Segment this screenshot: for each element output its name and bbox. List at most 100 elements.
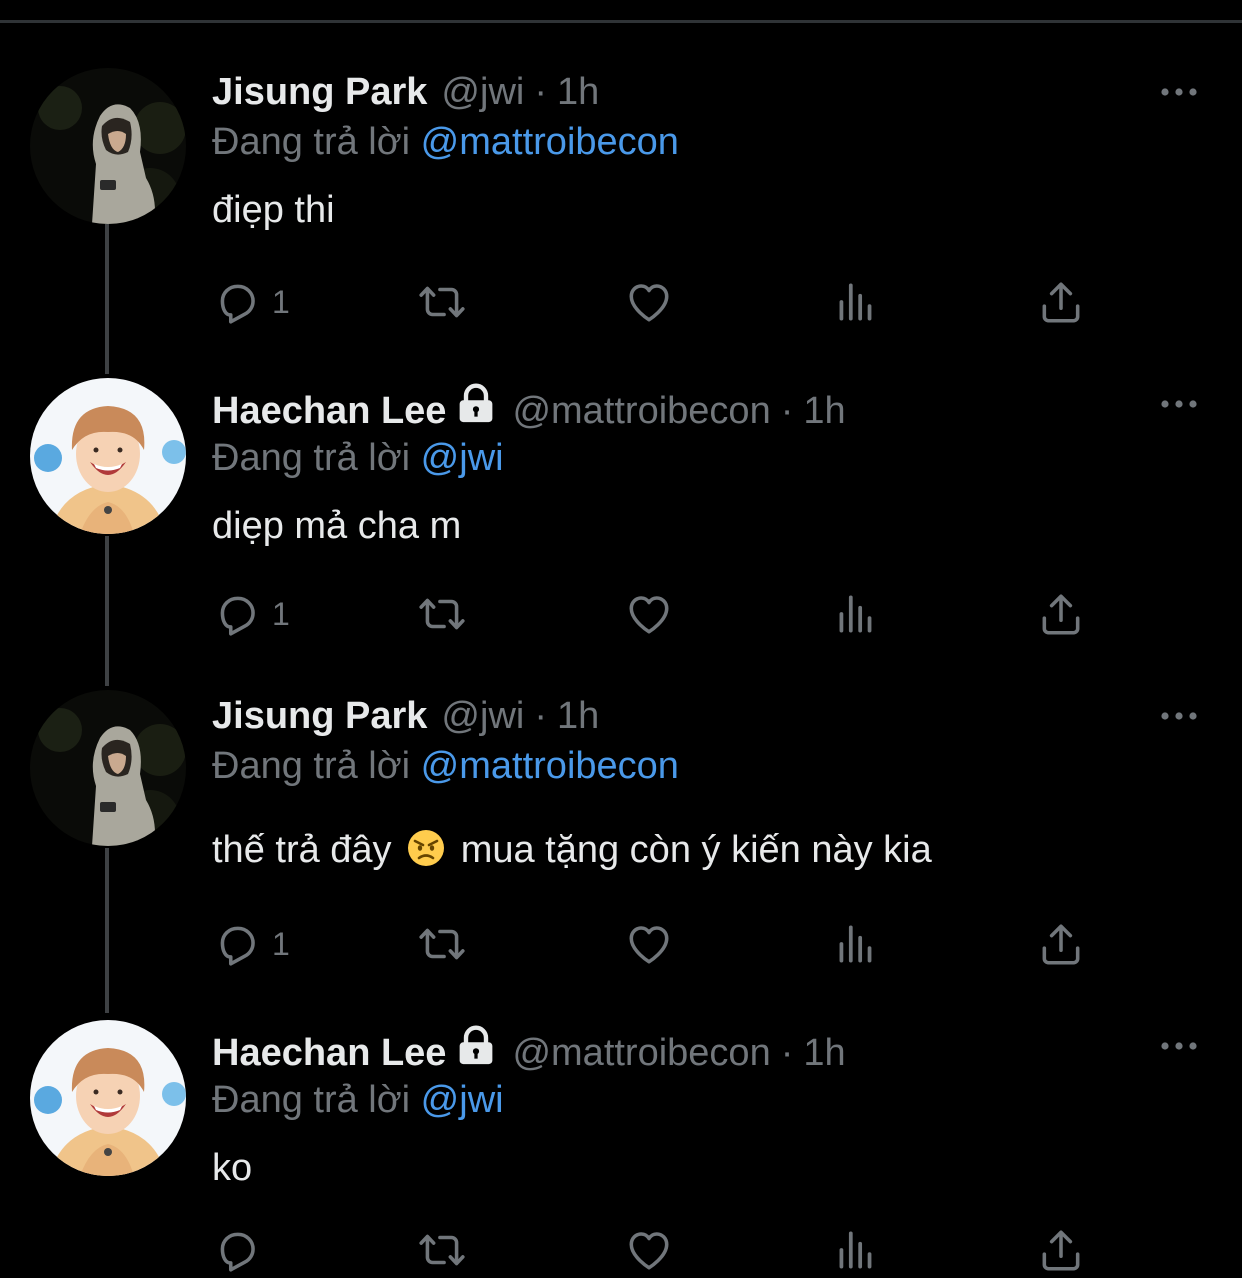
tweet[interactable]: Jisung Park @jwi · 1h Đang trả lời @matt… (0, 0, 1242, 350)
user-handle[interactable]: @mattroibecon (512, 386, 770, 436)
timestamp[interactable]: 1h (803, 1028, 845, 1078)
reply-icon (212, 919, 262, 969)
user-handle[interactable]: @mattroibecon (512, 1028, 770, 1078)
like-button[interactable] (624, 918, 674, 970)
reply-count: 1 (272, 283, 290, 320)
replying-to-label: Đang trả lời (212, 121, 411, 163)
retweet-button[interactable] (417, 918, 467, 970)
tweet-header: Haechan Lee @mattroibecon · 1h (212, 383, 1242, 433)
timestamp[interactable]: 1h (803, 386, 845, 436)
analytics-button[interactable] (831, 918, 881, 970)
reply-button[interactable] (212, 1224, 272, 1276)
analytics-icon (831, 919, 881, 969)
retweet-icon (417, 1225, 467, 1275)
tweet-actions: 1 (212, 918, 1092, 970)
replying-to: Đang trả lời @jwi (212, 433, 1242, 483)
share-icon (1036, 589, 1086, 639)
tweet-actions (212, 1224, 1092, 1276)
reply-icon (212, 1225, 262, 1275)
replying-to-handle[interactable]: @mattroibecon (421, 745, 679, 787)
display-name[interactable]: Jisung Park (212, 67, 427, 117)
retweet-button[interactable] (417, 276, 467, 328)
avatar-jisung-image (30, 68, 186, 224)
tweet-text: thế trả đây mua tặng còn ý kiến này kia (212, 825, 1242, 875)
avatar-jisung-image (30, 690, 186, 846)
like-icon (624, 589, 674, 639)
timestamp[interactable]: 1h (557, 691, 599, 741)
retweet-button[interactable] (417, 1224, 467, 1276)
like-icon (624, 277, 674, 327)
reply-icon (212, 277, 262, 327)
tweet[interactable]: Haechan Lee @mattroibecon · 1h Đang trả … (0, 350, 1242, 662)
reply-count: 1 (272, 595, 290, 632)
separator-dot: · (534, 71, 547, 113)
analytics-icon (831, 1225, 881, 1275)
share-icon (1036, 1225, 1086, 1275)
analytics-button[interactable] (831, 588, 881, 640)
analytics-button[interactable] (831, 276, 881, 328)
tweet[interactable]: Haechan Lee @mattroibecon · 1h Đang trả … (0, 1002, 1242, 1278)
share-button[interactable] (1036, 918, 1086, 970)
tweet-text: điẹp thi (212, 189, 335, 231)
avatar[interactable] (30, 690, 186, 846)
timestamp[interactable]: 1h (557, 67, 599, 117)
like-button[interactable] (624, 588, 674, 640)
lock-icon (454, 383, 498, 423)
more-icon[interactable] (1160, 86, 1198, 98)
tweet-header: Jisung Park @jwi · 1h (212, 67, 1242, 117)
replying-to: Đang trả lời @mattroibecon (212, 117, 1242, 167)
lock-icon (454, 1025, 498, 1065)
tweet-text: ko (212, 1147, 253, 1189)
tweet-actions: 1 (212, 276, 1092, 328)
tweet-text-part: thế trả đây (212, 829, 392, 871)
display-name[interactable]: Haechan Lee (212, 1028, 446, 1078)
analytics-button[interactable] (831, 1224, 881, 1276)
separator-dot: · (780, 1032, 794, 1074)
avatar[interactable] (30, 68, 186, 224)
replying-to-label: Đang trả lời (212, 745, 411, 787)
replying-to-handle[interactable]: @mattroibecon (421, 121, 679, 163)
like-button[interactable] (624, 276, 674, 328)
avatar[interactable] (30, 1020, 186, 1176)
more-icon[interactable] (1160, 398, 1198, 410)
like-button[interactable] (624, 1224, 674, 1276)
reply-button[interactable]: 1 (212, 588, 290, 640)
retweet-button[interactable] (417, 588, 467, 640)
tweet-actions: 1 (212, 588, 1092, 640)
retweet-icon (417, 589, 467, 639)
replying-to-label: Đang trả lời (212, 1079, 411, 1121)
retweet-icon (417, 277, 467, 327)
tweet[interactable]: Jisung Park @jwi · 1h Đang trả lời @matt… (0, 662, 1242, 1002)
share-icon (1036, 919, 1086, 969)
avatar[interactable] (30, 378, 186, 534)
display-name[interactable]: Haechan Lee (212, 386, 446, 436)
reply-button[interactable]: 1 (212, 276, 290, 328)
reply-button[interactable]: 1 (212, 918, 290, 970)
share-button[interactable] (1036, 276, 1086, 328)
replying-to: Đang trả lời @jwi (212, 1075, 1242, 1125)
separator-dot: · (534, 695, 547, 737)
analytics-icon (831, 277, 881, 327)
share-button[interactable] (1036, 588, 1086, 640)
replying-to-handle[interactable]: @jwi (421, 437, 504, 479)
display-name[interactable]: Jisung Park (212, 691, 427, 741)
replying-to-handle[interactable]: @jwi (421, 1079, 504, 1121)
like-icon (624, 919, 674, 969)
angry-face-emoji (406, 828, 446, 868)
retweet-icon (417, 919, 467, 969)
user-handle[interactable]: @jwi (441, 67, 524, 117)
tweet-header: Jisung Park @jwi · 1h (212, 691, 1242, 741)
avatar-haechan-image (30, 378, 186, 534)
reply-count: 1 (272, 925, 290, 962)
more-icon[interactable] (1160, 710, 1198, 722)
avatar-haechan-image (30, 1020, 186, 1176)
more-icon[interactable] (1160, 1040, 1198, 1052)
tweet-text-part: mua tặng còn ý kiến này kia (460, 829, 932, 871)
analytics-icon (831, 589, 881, 639)
user-handle[interactable]: @jwi (441, 691, 524, 741)
tweet-text: diẹp mả cha m (212, 505, 462, 547)
share-button[interactable] (1036, 1224, 1086, 1276)
replying-to: Đang trả lời @mattroibecon (212, 741, 1242, 791)
separator-dot: · (780, 390, 794, 432)
like-icon (624, 1225, 674, 1275)
